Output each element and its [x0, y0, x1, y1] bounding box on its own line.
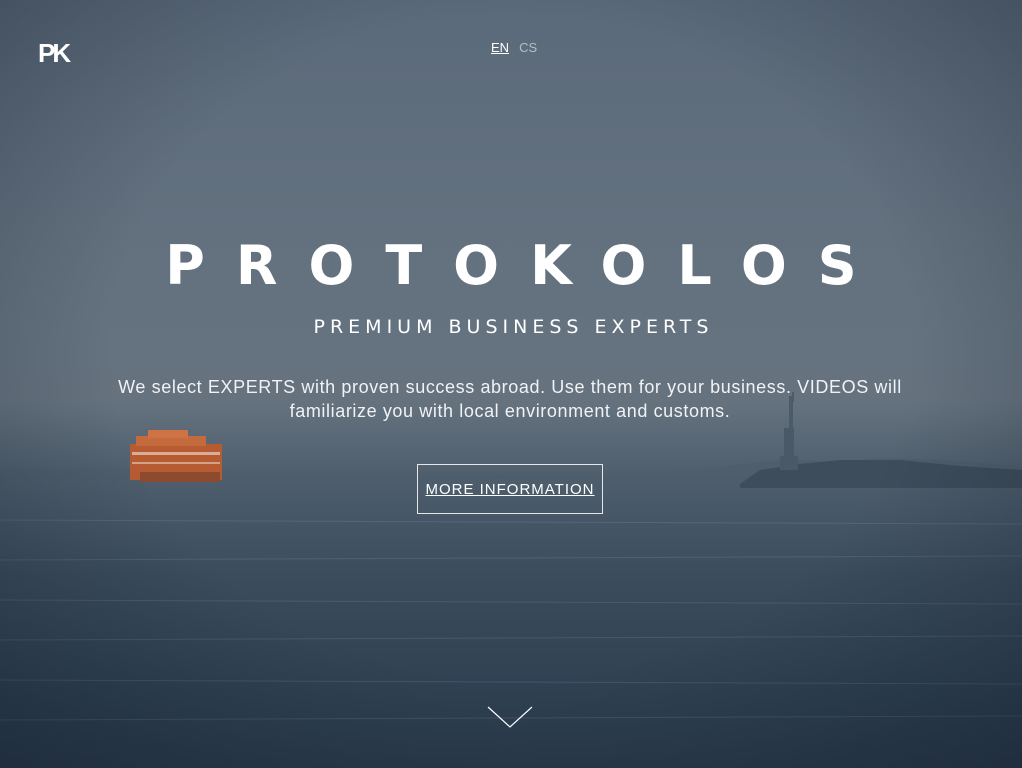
logo[interactable]: PK [38, 40, 71, 66]
hero-section: PK EN CS PROTOKOLOS PREMIUM BUSINESS EXP… [0, 0, 1022, 768]
page-subtitle: PREMIUM BUSINESS EXPERTS [313, 316, 714, 338]
hero-tagline: We select EXPERTS with proven success ab… [118, 377, 902, 421]
language-switcher: EN CS [491, 40, 537, 55]
chevron-down-icon[interactable] [486, 704, 534, 730]
lang-cs-link[interactable]: CS [519, 40, 537, 55]
page-title: PROTOKOLOS [165, 234, 888, 297]
more-information-button[interactable]: MORE INFORMATION [417, 464, 603, 514]
lang-en-link[interactable]: EN [491, 40, 509, 55]
